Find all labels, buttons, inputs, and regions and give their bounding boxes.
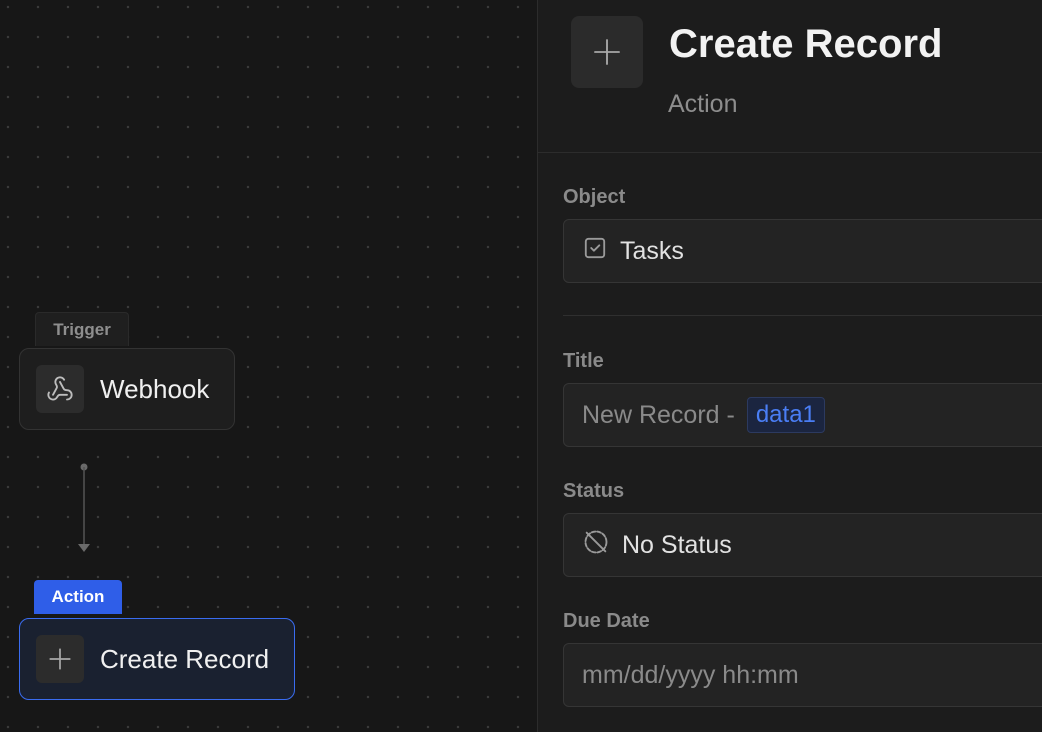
title-label: Title <box>563 350 604 372</box>
create-record-node-label: Create Record <box>100 643 270 674</box>
panel-header: Create Record Action <box>538 0 1042 153</box>
object-select[interactable]: Tasks <box>563 219 1042 283</box>
due-date-placeholder: mm/dd/yyyy hh:mm <box>582 660 799 689</box>
status-select[interactable]: No Status <box>563 513 1042 577</box>
title-field[interactable]: New Record - data1 <box>563 383 1042 447</box>
action-tag: Action <box>34 580 122 614</box>
plus-icon <box>36 635 84 683</box>
section-divider <box>563 315 1042 316</box>
panel-title[interactable]: Create Record <box>669 22 942 67</box>
due-date-input[interactable]: mm/dd/yyyy hh:mm <box>563 643 1042 707</box>
create-record-node[interactable]: Create Record <box>19 618 295 700</box>
no-status-icon <box>582 528 610 563</box>
variable-token[interactable]: data1 <box>746 397 825 433</box>
status-label: Status <box>563 480 625 502</box>
workflow-editor: Trigger Webhook Action Create Record Cre… <box>0 0 1042 732</box>
plus-icon <box>571 16 643 88</box>
workflow-canvas[interactable]: Trigger Webhook Action Create Record <box>0 0 537 732</box>
title-value-text: New Record - <box>582 400 735 429</box>
status-value: No Status <box>622 530 732 559</box>
due-date-label: Due Date <box>563 610 650 632</box>
checkbox-icon <box>582 235 608 268</box>
object-value: Tasks <box>620 236 684 265</box>
object-label: Object <box>563 186 626 208</box>
node-settings-panel: Create Record Action Object Tasks Title … <box>537 0 1042 732</box>
panel-subtitle: Action <box>668 90 738 118</box>
